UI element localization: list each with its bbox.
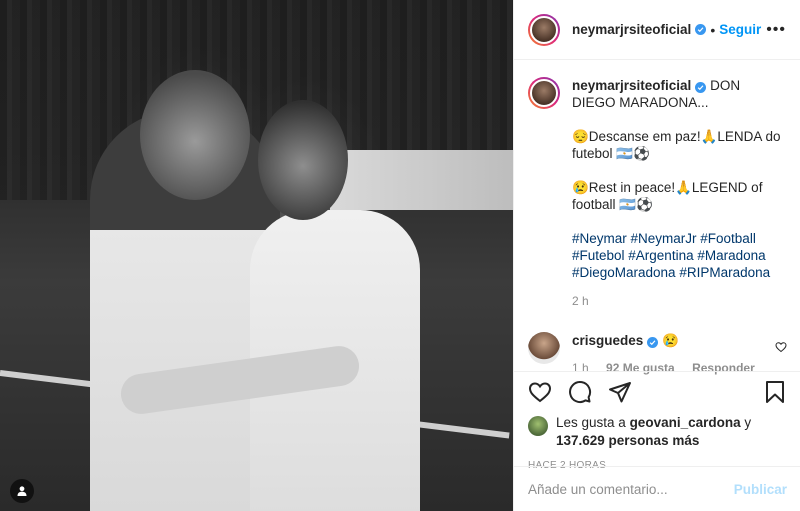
- caption-hashtags[interactable]: #Neymar #NeymarJr #Football #Futebol #Ar…: [572, 230, 782, 281]
- likes-summary: Les gusta a geovani_cardona y 137.629 pe…: [528, 414, 787, 450]
- comment-username[interactable]: crisguedes: [572, 333, 643, 348]
- post-panel: neymarjrsiteoficial • Seguir ••• neymarj…: [513, 0, 800, 511]
- caption-text: neymarjrsiteoficial DON DIEGO MARADONA..…: [572, 77, 782, 310]
- photo-ad-board: [330, 150, 513, 210]
- follow-button[interactable]: Seguir: [719, 22, 761, 37]
- verified-badge-icon: [695, 82, 707, 93]
- comment-text: 😢: [662, 333, 679, 348]
- header-separator: •: [710, 21, 716, 38]
- verified-badge-icon: [695, 24, 707, 35]
- post-comment-button[interactable]: Publicar: [734, 482, 787, 497]
- user-tag-icon[interactable]: [10, 479, 34, 503]
- likes-others[interactable]: 137.629 personas más: [556, 433, 699, 448]
- action-icons: [528, 380, 787, 404]
- likes-prefix: Les gusta a: [556, 415, 630, 430]
- bookmark-icon[interactable]: [763, 380, 787, 404]
- likes-conj: y: [740, 415, 752, 430]
- verified-badge-icon: [647, 337, 659, 348]
- header-username[interactable]: neymarjrsiteoficial: [572, 22, 691, 37]
- caption-english: 😢Rest in peace!🙏LEGEND of football 🇦🇷⚽: [572, 180, 763, 212]
- caption-portuguese: 😔Descanse em paz!🙏LENDA do futebol 🇦🇷⚽: [572, 129, 781, 161]
- add-comment-bar: Publicar: [514, 466, 800, 511]
- comment-body: crisguedes 😢 1 h 92 Me gusta Responder: [572, 332, 775, 375]
- avatar[interactable]: [528, 416, 548, 436]
- post-header: neymarjrsiteoficial • Seguir •••: [514, 0, 800, 60]
- comment-input[interactable]: [528, 481, 734, 497]
- heart-icon[interactable]: [775, 340, 787, 356]
- post-actions: Les gusta a geovani_cardona y 137.629 pe…: [514, 371, 800, 471]
- comment-icon[interactable]: [568, 380, 592, 404]
- caption-avatar[interactable]: [528, 77, 560, 109]
- avatar[interactable]: [528, 13, 560, 46]
- caption-time[interactable]: 2 h: [572, 293, 782, 310]
- list-item: crisguedes 😢 1 h 92 Me gusta Responder: [528, 332, 787, 375]
- photo-person-left-head: [140, 70, 250, 200]
- likes-user[interactable]: geovani_cardona: [630, 415, 741, 430]
- comments-area: neymarjrsiteoficial DON DIEGO MARADONA..…: [514, 61, 800, 375]
- share-icon[interactable]: [608, 380, 632, 404]
- caption-username[interactable]: neymarjrsiteoficial: [572, 78, 691, 93]
- comment-avatar[interactable]: [528, 332, 560, 364]
- caption: neymarjrsiteoficial DON DIEGO MARADONA..…: [528, 77, 787, 310]
- more-options-button[interactable]: •••: [766, 21, 786, 39]
- post-photo[interactable]: [0, 0, 513, 511]
- heart-icon[interactable]: [528, 380, 552, 404]
- photo-person-right-head: [258, 100, 348, 220]
